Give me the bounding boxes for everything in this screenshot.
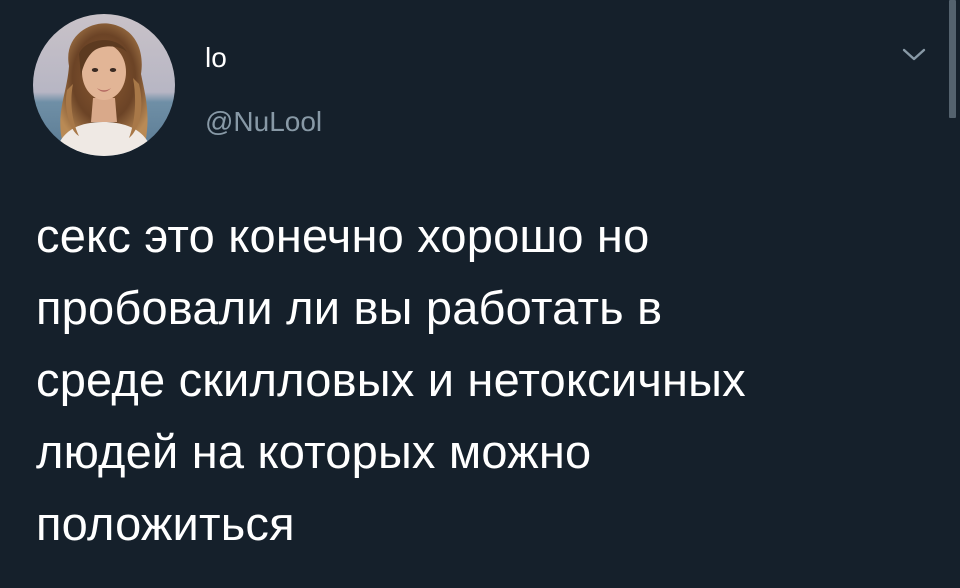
tweet-text-line: положиться (36, 497, 295, 550)
avatar[interactable] (33, 14, 175, 156)
tweet-text-line: среде скилловых и нетоксичных (36, 353, 746, 406)
avatar-photo-icon (33, 14, 175, 156)
tweet-text: секс это конечно хорошо но пробовали ли … (36, 200, 936, 560)
user-handle[interactable]: @NuLool (205, 104, 322, 140)
tweet-text-line: пробовали ли вы работать в (36, 281, 663, 334)
scrollbar[interactable] (949, 0, 956, 118)
chevron-down-icon[interactable] (896, 40, 932, 68)
tweet-card: lo @NuLool секс это конечно хорошо но пр… (0, 0, 960, 588)
tweet-text-line: секс это конечно хорошо но (36, 209, 650, 262)
tweet-text-line: людей на которых можно (36, 425, 592, 478)
display-name[interactable]: lo (205, 40, 227, 76)
